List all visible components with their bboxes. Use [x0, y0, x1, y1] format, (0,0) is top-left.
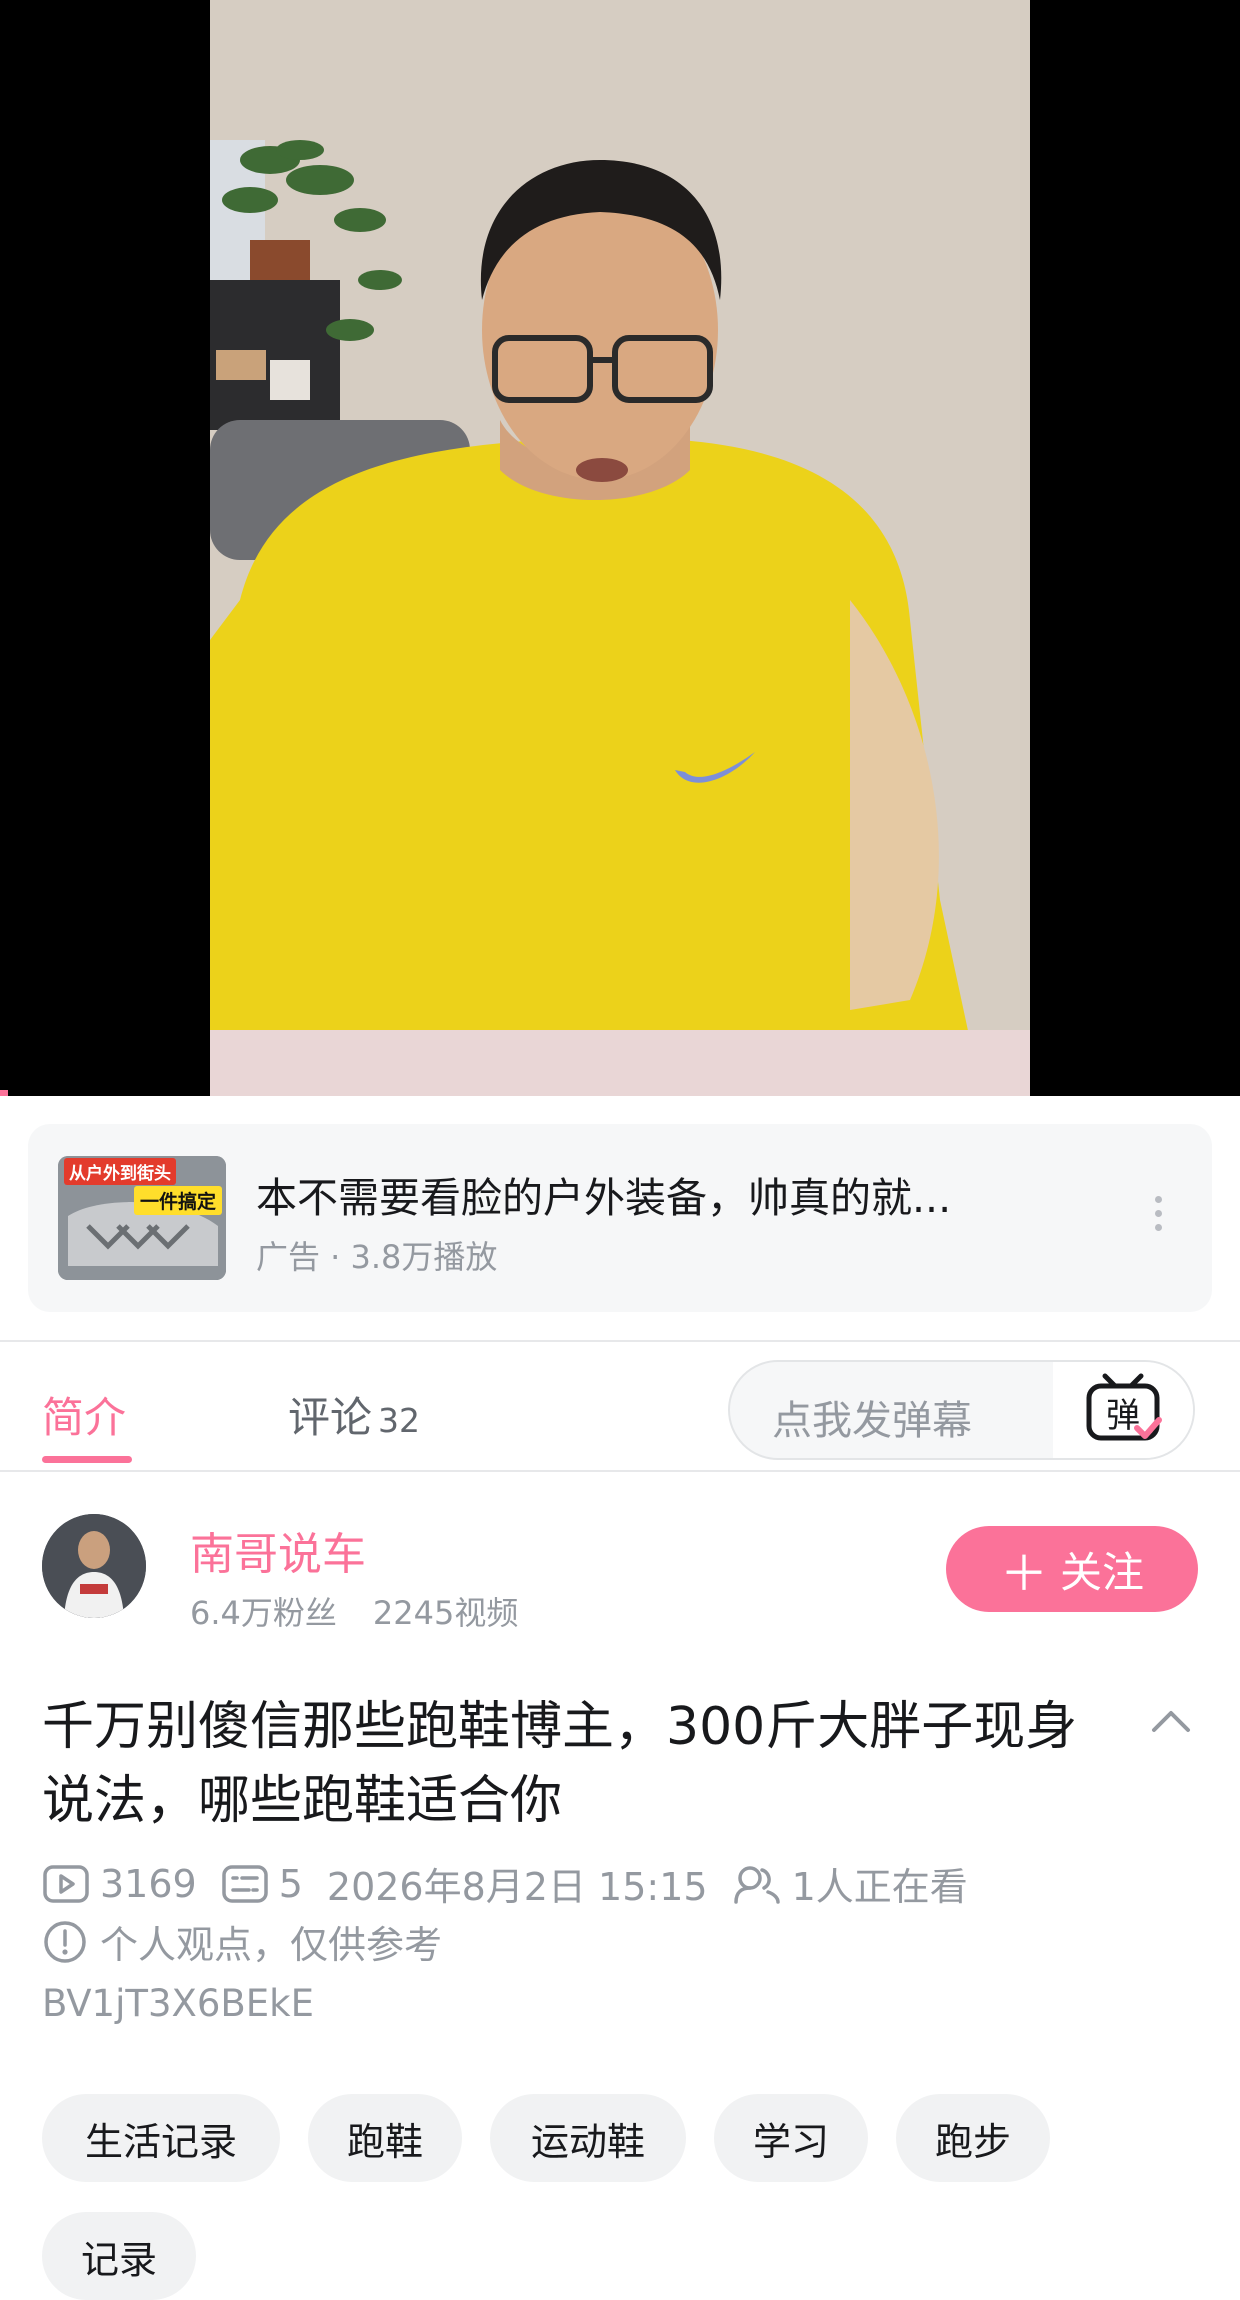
danmaku-count: 5	[278, 1861, 303, 1906]
comment-count: 32	[378, 1401, 421, 1440]
follow-label: 关注	[1060, 1547, 1145, 1597]
progress-indicator[interactable]	[0, 1090, 8, 1096]
fans-count: 6.4万粉丝	[190, 1594, 337, 1632]
play-count: 3169	[100, 1861, 197, 1906]
video-player[interactable]	[0, 0, 1240, 1096]
ad-card[interactable]: 从户外到街头 一件搞定 本不需要看脸的户外装备，帅真的就... 广告 · 3.8…	[28, 1124, 1212, 1312]
play-count-icon	[43, 1864, 89, 1903]
video-frame[interactable]	[210, 0, 1030, 1096]
chevron-up-icon[interactable]	[1150, 1706, 1192, 1734]
ad-title[interactable]: 本不需要看脸的户外装备，帅真的就...	[256, 1164, 951, 1224]
tab-intro[interactable]: 简介	[42, 1384, 126, 1445]
tag-chip[interactable]: 记录	[42, 2212, 196, 2300]
danmaku-send-button[interactable]: 弹	[1053, 1362, 1193, 1458]
bvid[interactable]: BV1jT3X6BEkE	[42, 1982, 314, 2025]
danmaku-tv-icon: 弹	[1086, 1373, 1162, 1441]
video-still-image	[210, 0, 1030, 1096]
viewers-icon	[733, 1865, 780, 1904]
watching-count: 1人正在看	[791, 1865, 968, 1909]
danmaku-count-icon	[221, 1864, 268, 1903]
tag-chip[interactable]: 跑鞋	[308, 2094, 462, 2182]
notice-row: 个人观点，仅供参考	[42, 1914, 442, 1969]
tab-comments[interactable]: 评论 32	[288, 1384, 420, 1445]
tab-comments-label: 评论	[288, 1393, 373, 1442]
video-title: 千万别傻信那些跑鞋博主，300斤大胖子现身说法，哪些跑鞋适合你	[42, 1697, 1078, 1831]
publish-date: 2026年8月2日 15:15	[326, 1865, 708, 1909]
uploader-stats: 6.4万粉丝 2245视频	[190, 1588, 518, 1634]
avatar[interactable]	[42, 1514, 146, 1618]
danmaku-input[interactable]: 点我发弹幕 弹	[728, 1360, 1195, 1460]
more-vertical-icon[interactable]	[1146, 1196, 1170, 1240]
tag-chip[interactable]: 运动鞋	[490, 2094, 686, 2182]
info-circle-icon	[44, 1920, 86, 1963]
video-count: 2245视频	[372, 1594, 519, 1632]
uploader-name[interactable]: 南哥说车	[190, 1518, 366, 1582]
ad-thumb-caption: 从户外到街头	[64, 1158, 176, 1185]
ad-thumbnail: 从户外到街头 一件搞定	[58, 1156, 226, 1280]
danmaku-placeholder: 点我发弹幕	[772, 1398, 972, 1444]
notice-text: 个人观点，仅供参考	[100, 1923, 443, 1967]
tabs-bar: 简介 评论 32 点我发弹幕 弹	[0, 1340, 1240, 1472]
follow-button[interactable]: ＋关注	[946, 1526, 1198, 1612]
tab-active-underline	[42, 1456, 132, 1463]
ad-thumb-badge: 一件搞定	[133, 1186, 222, 1215]
ad-meta: 广告 · 3.8万播放	[256, 1238, 498, 1276]
tag-chip[interactable]: 生活记录	[42, 2094, 280, 2182]
tag-chip[interactable]: 跑步	[896, 2094, 1050, 2182]
plus-icon: ＋	[999, 1546, 1048, 1602]
video-meta-row: 3169 5 2026年8月2日 15:15 1人正在看	[42, 1856, 968, 1911]
tag-chip[interactable]: 学习	[714, 2094, 868, 2182]
